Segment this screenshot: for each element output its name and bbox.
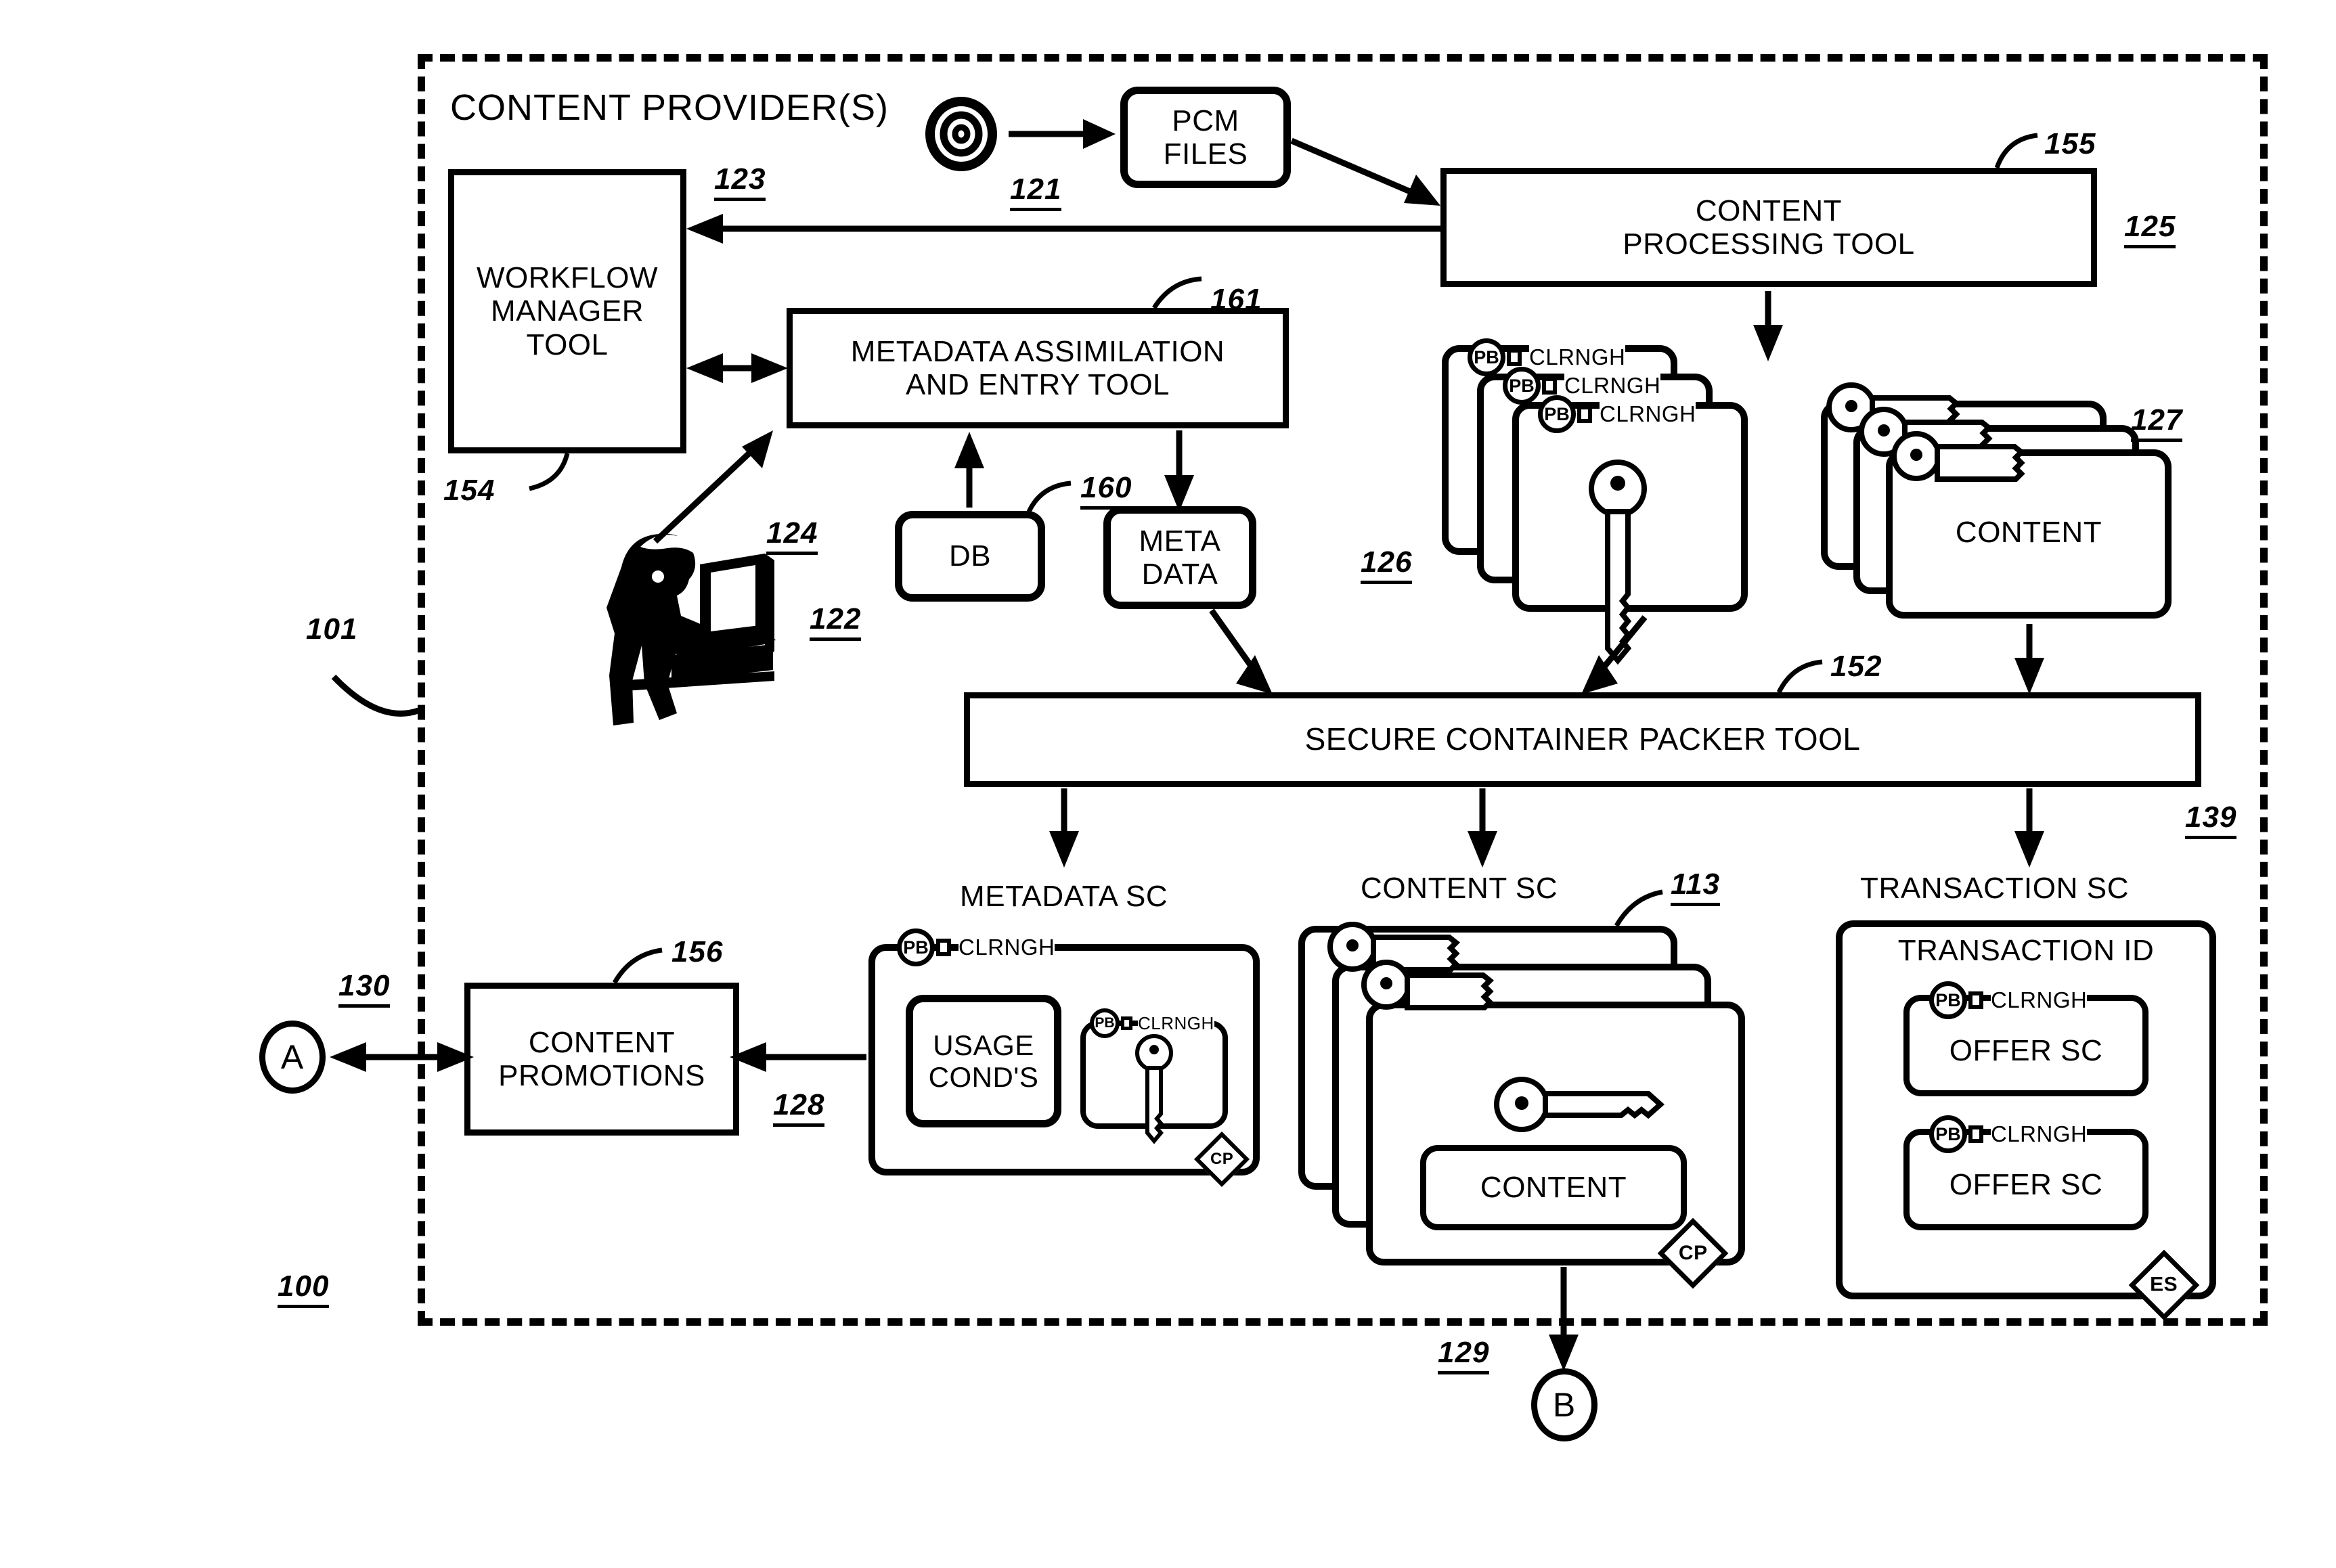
connector-arrows xyxy=(330,137,2044,1371)
patent-figure: 101 100 CONTENT PROVIDER(S) 121 PCM FILE… xyxy=(0,0,2336,1568)
